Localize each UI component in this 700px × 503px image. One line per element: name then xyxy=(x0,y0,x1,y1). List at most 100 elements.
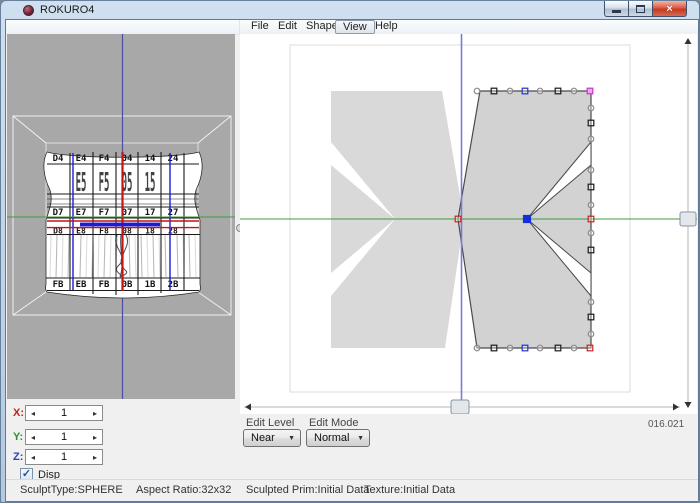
texture-hex-cell: 15 xyxy=(145,167,156,198)
slider-down-arrow-icon[interactable] xyxy=(684,402,692,408)
edit-mode-value: Normal xyxy=(314,432,350,444)
control-point[interactable] xyxy=(587,229,595,237)
spin-left-icon[interactable]: ◂ xyxy=(26,433,40,442)
control-point[interactable] xyxy=(570,87,578,95)
editor-panel[interactable] xyxy=(240,34,697,414)
texture-hex-cell: EB xyxy=(76,280,87,290)
title-bar[interactable]: ROKURO4 × xyxy=(1,1,699,19)
control-point[interactable] xyxy=(586,344,594,352)
control-point[interactable] xyxy=(587,135,595,143)
x-rotate-spinner[interactable]: ◂ 1 ▸ xyxy=(25,405,103,421)
spin-right-icon[interactable]: ▸ xyxy=(88,453,102,462)
spin-left-icon[interactable]: ◂ xyxy=(26,409,40,418)
texture-hex-cell: FB xyxy=(99,280,110,290)
minimize-button[interactable] xyxy=(604,1,629,17)
menu-help[interactable]: Help xyxy=(368,20,405,33)
texture-hex-cell: D4 xyxy=(53,154,64,164)
slider-left-arrow-icon[interactable] xyxy=(245,403,251,411)
horizontal-slider-thumb[interactable] xyxy=(450,399,470,414)
status-bar: SculptType:SPHERE Aspect Ratio:32x32 Scu… xyxy=(6,479,698,501)
control-point[interactable] xyxy=(587,119,595,127)
control-point[interactable] xyxy=(554,344,562,352)
y-rotate-spinner[interactable]: ◂ 1 ▸ xyxy=(25,429,103,445)
texture-hex-cell: 24 xyxy=(168,154,179,164)
z-rotate-value: 1 xyxy=(60,451,68,463)
control-point[interactable] xyxy=(521,344,529,352)
x-axis-label: X: xyxy=(13,407,24,419)
vertical-slider-thumb[interactable] xyxy=(679,211,697,227)
control-point[interactable] xyxy=(473,87,481,95)
control-point[interactable] xyxy=(586,87,594,95)
control-point[interactable] xyxy=(506,344,514,352)
spin-right-icon[interactable]: ▸ xyxy=(88,433,102,442)
window-title: ROKURO4 xyxy=(40,4,95,16)
edit-mode-label: Edit Mode xyxy=(309,417,359,429)
slider-right-arrow-icon[interactable] xyxy=(673,403,679,411)
control-point[interactable] xyxy=(587,313,595,321)
texture-hex-cell: E4 xyxy=(76,154,87,164)
panel-seam xyxy=(239,20,240,34)
menu-bar: File Edit Shape View Help xyxy=(6,20,698,35)
texture-hex-cell: E5 xyxy=(76,167,87,198)
texture-selected-row-band xyxy=(80,222,160,227)
control-point[interactable] xyxy=(570,344,578,352)
sculpt-cylinder: D4 E4 F4 04 14 24E5 F5 05 15D7 E7 F7 07 17 27D8 E8 F8 08… xyxy=(43,151,203,299)
control-point[interactable] xyxy=(554,87,562,95)
status-aspect-ratio: Aspect Ratio:32x32 xyxy=(136,484,232,496)
control-point[interactable] xyxy=(536,87,544,95)
control-point[interactable] xyxy=(587,330,595,338)
control-point[interactable] xyxy=(587,104,595,112)
app-icon xyxy=(23,5,34,16)
maximize-icon xyxy=(636,4,645,13)
control-point[interactable] xyxy=(587,201,595,209)
vertical-slider[interactable] xyxy=(679,38,697,408)
status-sculpted-prim: Sculpted Prim:Initial Data xyxy=(246,484,370,496)
editor-canvas xyxy=(240,34,697,414)
spin-right-icon[interactable]: ▸ xyxy=(88,409,102,418)
cursor-coords-readout: 016.021 xyxy=(648,419,685,430)
preview-3d-canvas: D4 E4 F4 04 14 24E5 F5 05 15D7 E7 F7 07 17 27D8 E8 F8 08… xyxy=(7,34,235,399)
app-window: ROKURO4 × File Edit Shape View Help D4 E… xyxy=(0,0,700,503)
edit-level-label: Edit Level xyxy=(246,417,295,429)
texture-hex-cell: F4 xyxy=(99,154,110,164)
control-point[interactable] xyxy=(587,183,595,191)
texture-hex-cell: 2B xyxy=(168,280,179,290)
control-point[interactable] xyxy=(521,87,529,95)
z-axis-label: Z: xyxy=(13,451,24,463)
control-point[interactable] xyxy=(490,87,498,95)
control-point[interactable] xyxy=(536,344,544,352)
status-texture: Texture:Initial Data xyxy=(364,484,456,496)
spin-left-icon[interactable]: ◂ xyxy=(26,453,40,462)
x-rotate-value: 1 xyxy=(60,407,68,419)
texture-hex-cell: F5 xyxy=(99,167,110,198)
y-axis-label: Y: xyxy=(13,431,24,443)
control-point[interactable] xyxy=(587,298,595,306)
maximize-button[interactable] xyxy=(628,1,653,17)
preview-3d-panel[interactable]: D4 E4 F4 04 14 24 E5 F5 05 15 D7 E7 F7 07 17 27 D8 E8 F8 08… xyxy=(7,34,235,399)
edit-mode-dropdown[interactable]: Normal ▼ xyxy=(306,429,370,447)
control-point[interactable] xyxy=(490,344,498,352)
client-area: File Edit Shape View Help D4 E4 F4 04 14… xyxy=(5,19,699,502)
minimize-icon xyxy=(612,10,621,13)
control-point[interactable] xyxy=(454,215,462,223)
texture-hex-cell: 1B xyxy=(145,280,156,290)
texture-hex-cell: FB xyxy=(53,280,64,290)
edit-level-value: Near xyxy=(251,432,275,444)
control-point[interactable] xyxy=(506,87,514,95)
edit-level-dropdown[interactable]: Near ▼ xyxy=(243,429,301,447)
chevron-down-icon: ▼ xyxy=(288,434,295,442)
control-point[interactable] xyxy=(473,344,481,352)
status-sculpt-type: SculptType:SPHERE xyxy=(20,484,123,496)
selected-control-point[interactable] xyxy=(522,214,532,224)
texture-hex-cell: 14 xyxy=(145,154,156,164)
z-rotate-spinner[interactable]: ◂ 1 ▸ xyxy=(25,449,103,465)
control-point[interactable] xyxy=(587,246,595,254)
y-rotate-value: 1 xyxy=(60,431,68,443)
control-point[interactable] xyxy=(587,215,595,223)
chevron-down-icon: ▼ xyxy=(357,434,364,442)
close-icon: × xyxy=(666,2,673,15)
close-button[interactable]: × xyxy=(652,1,687,17)
slider-up-arrow-icon[interactable] xyxy=(684,38,692,44)
control-point[interactable] xyxy=(587,166,595,174)
horizontal-slider[interactable] xyxy=(244,399,680,414)
